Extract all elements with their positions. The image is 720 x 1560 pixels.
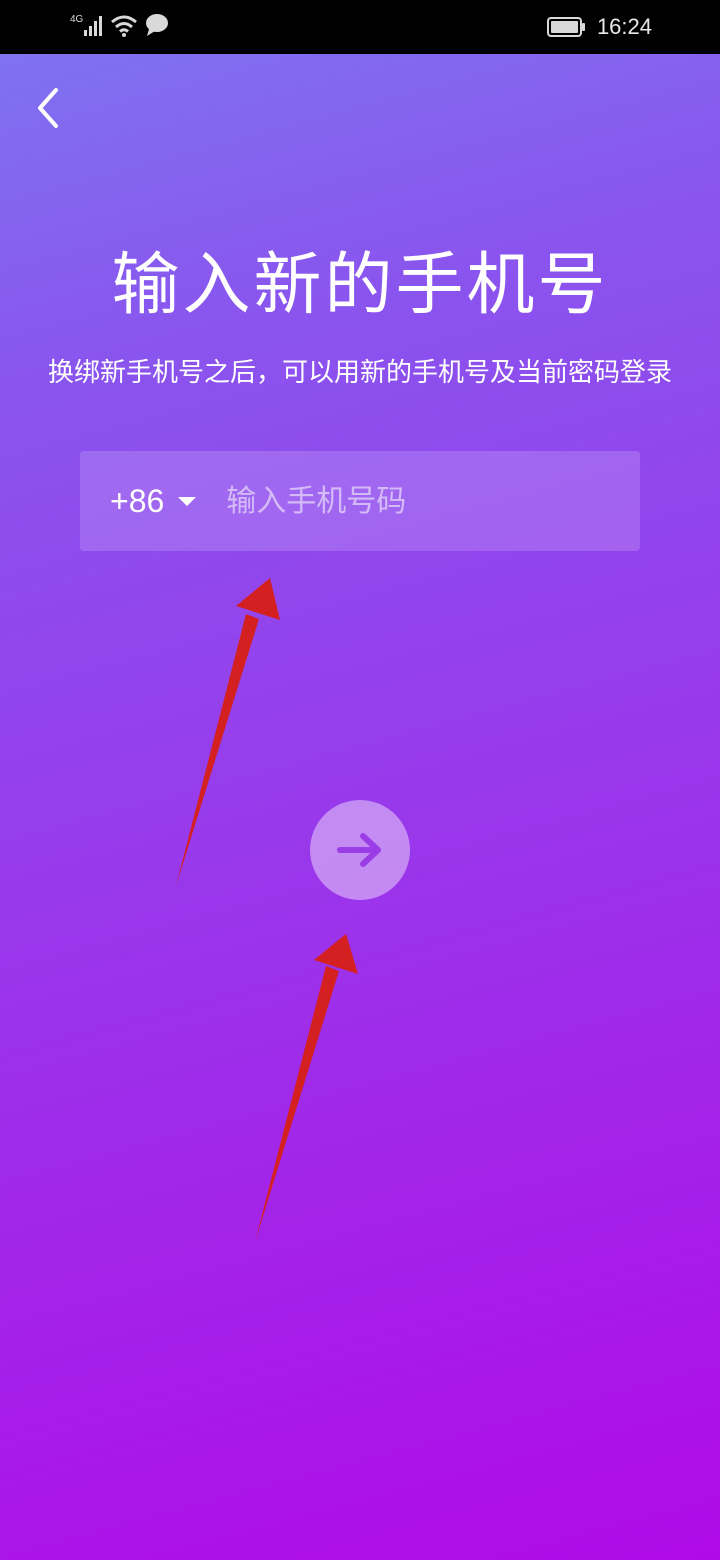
status-time: 16:24 — [596, 14, 652, 39]
back-button[interactable] — [28, 80, 68, 136]
phone-number-field: +86 — [80, 451, 640, 551]
status-right: 16:24 — [546, 12, 652, 42]
arrow-right-icon — [337, 833, 381, 867]
status-left: 4G — [70, 12, 170, 38]
annotation-arrow-next-button — [255, 934, 358, 1242]
phone-number-input[interactable] — [226, 471, 587, 531]
battery-icon — [546, 17, 585, 37]
main-content: 输入新的手机号 换绑新手机号之后，可以用新的手机号及当前密码登录 +86 — [0, 54, 720, 1560]
status-bar: 4G 16:24 — [0, 0, 720, 54]
wifi-icon — [111, 15, 137, 37]
screen: 4G 16:24 输入新的手机号 换绑新手机号之后，可以用新的手机号及当前密码登… — [0, 0, 720, 1560]
country-code-label: +86 — [110, 482, 165, 519]
network-type-label: 4G — [70, 14, 84, 25]
caret-down-icon — [178, 496, 197, 506]
next-button[interactable] — [310, 800, 410, 900]
annotation-arrow-phone-field — [176, 578, 280, 886]
page-title: 输入新的手机号 — [111, 246, 609, 325]
cellular-signal-icon: 4G — [70, 14, 102, 36]
country-code-selector[interactable]: +86 — [110, 482, 197, 520]
page-subtitle: 换绑新手机号之后，可以用新的手机号及当前密码登录 — [47, 358, 672, 388]
chevron-left-icon — [38, 88, 58, 128]
message-bubble-icon — [146, 14, 168, 36]
